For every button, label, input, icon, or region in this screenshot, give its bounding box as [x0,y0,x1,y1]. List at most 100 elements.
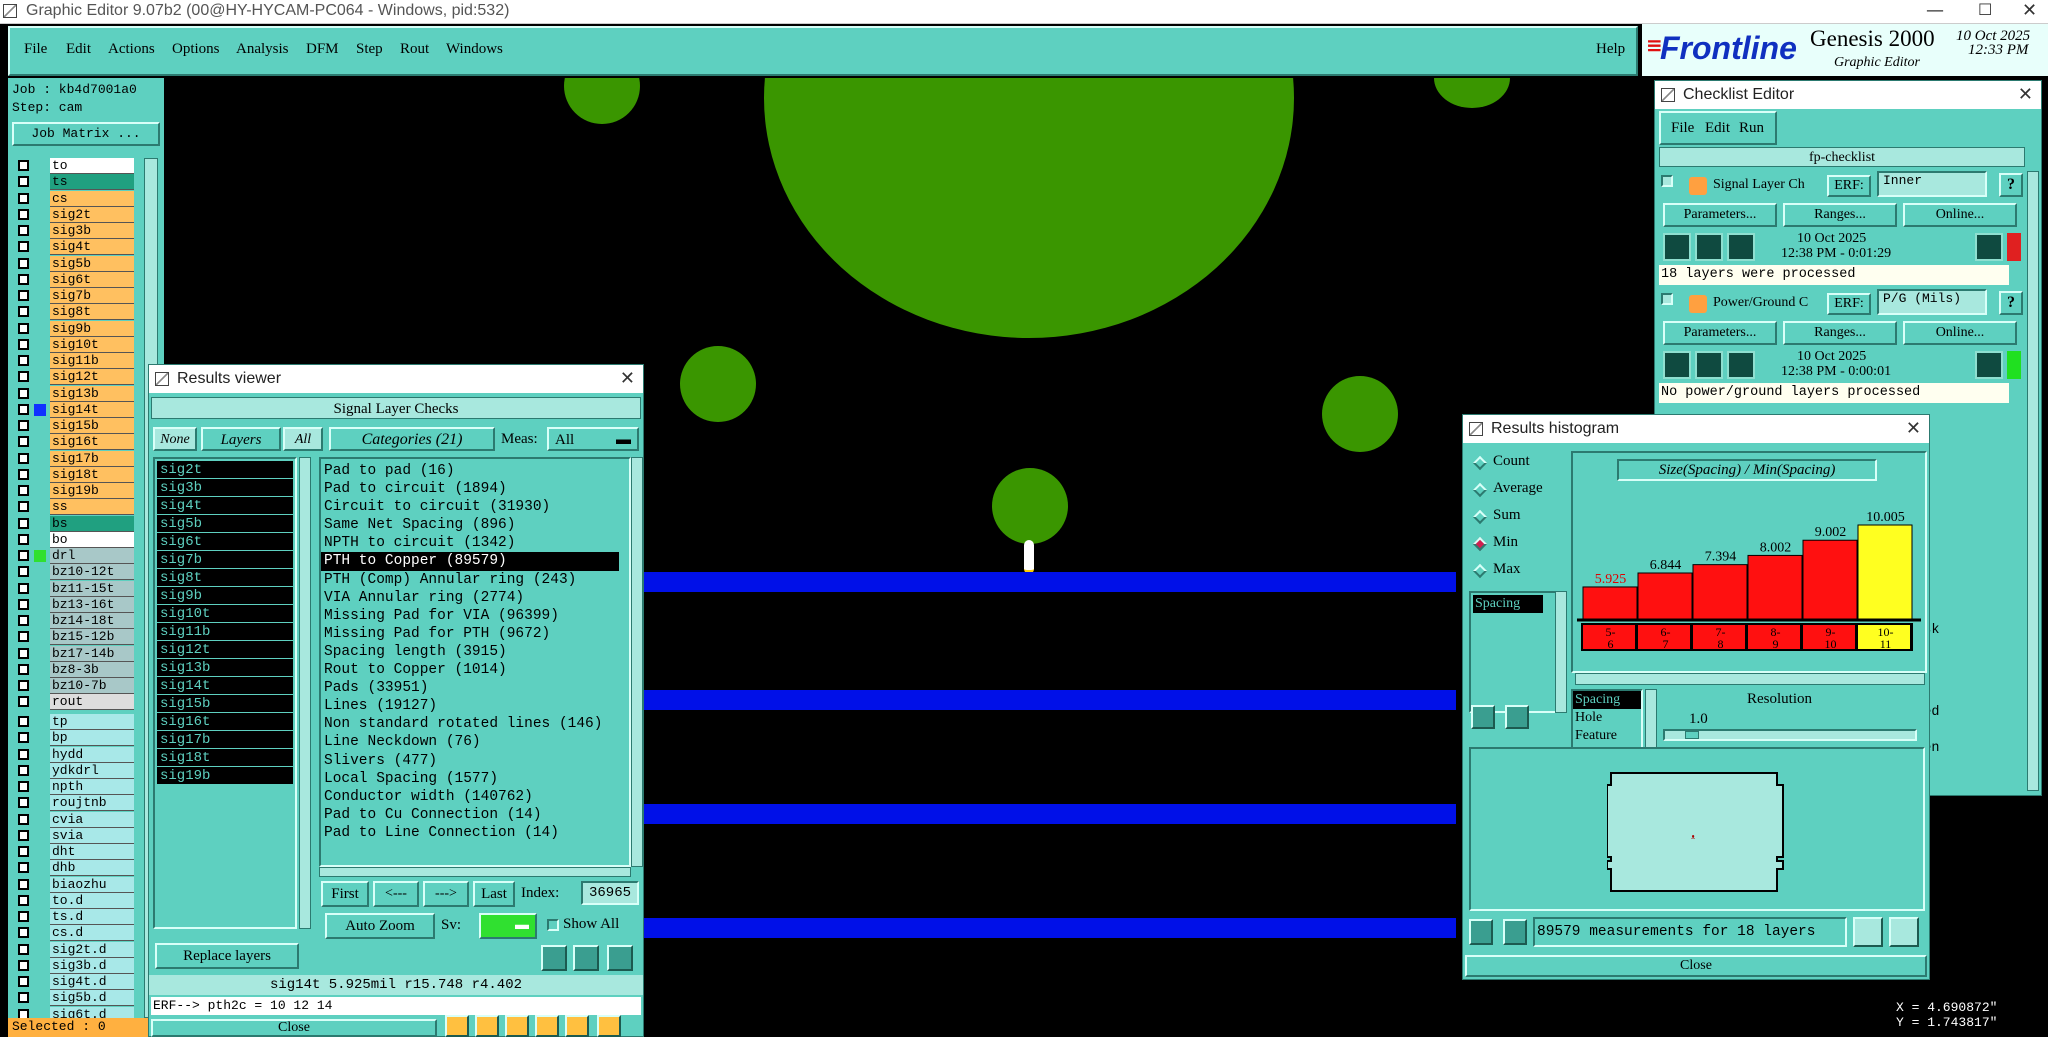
layer-checkbox[interactable] [18,911,29,922]
category-item[interactable]: Rout to Copper (1014) [321,661,629,679]
category-item[interactable]: Missing Pad for VIA (96399) [321,607,629,625]
layer-checkbox[interactable] [18,290,29,301]
layer-row[interactable]: bo [14,531,134,548]
category-item[interactable]: Pad to Line Connection (14) [321,824,629,842]
layer-name[interactable]: cvia [50,811,134,828]
layer-checkbox[interactable] [18,716,29,727]
layer-name[interactable]: to.d [50,892,134,909]
layer-name[interactable]: sig17b [50,450,134,467]
layer-checkbox[interactable] [18,160,29,171]
layer-name[interactable]: ts [50,174,134,191]
layer-active-swatch[interactable] [34,517,46,530]
layer-name[interactable]: npth [50,779,134,795]
layer-checkbox[interactable] [18,208,29,220]
layer-row[interactable]: sig4t [14,239,134,256]
layer-name[interactable]: bo [50,531,134,548]
category-item[interactable]: Pads (33951) [321,679,629,697]
layer-active-swatch[interactable] [34,257,46,270]
layer-row[interactable]: svia [14,827,134,844]
category-item[interactable]: Pad to pad (16) [321,462,629,480]
layer-checkbox[interactable] [18,468,29,480]
layer-name[interactable]: bz11-15t [50,580,134,597]
help-icon[interactable]: ? [1999,291,2023,315]
layer-name[interactable]: drl [50,548,134,564]
category-list[interactable]: Pad to pad (16) Pad to circuit (1894) Circ… [319,457,631,867]
layer-name[interactable]: tp [50,714,134,730]
sv-color-dropdown[interactable]: ▬ [479,913,537,939]
layer-row[interactable]: drl [14,548,134,564]
category-item[interactable]: PTH (Comp) Annular ring (243) [321,571,629,589]
radio-icon[interactable] [1472,563,1488,579]
undo-icon[interactable] [607,945,633,971]
menu-analysis[interactable]: Analysis [236,41,289,58]
aggregate-option-max[interactable]: Max [1471,559,1565,583]
layer-row[interactable]: bz14-18t [14,613,134,629]
layer-active-swatch[interactable] [34,781,46,793]
resolution-slider[interactable] [1663,729,1917,741]
menu-file[interactable]: File [24,41,47,58]
category-item[interactable]: Same Net Spacing (896) [321,516,629,534]
result-layer-item[interactable]: sig12t [157,641,293,659]
radio-icon[interactable] [1472,455,1488,471]
online-button[interactable]: Online... [1903,321,2017,345]
layer-active-swatch[interactable] [34,647,46,660]
layer-row[interactable]: sig3b.d [14,957,134,974]
layer-checkbox[interactable] [18,862,29,874]
layer-name[interactable]: bz8-3b [50,661,134,678]
layer-active-swatch[interactable] [34,797,46,810]
result-layer-item[interactable]: sig7b [157,551,293,569]
layer-row[interactable]: biaozhu [14,876,134,893]
category-item[interactable]: Line Neckdown (76) [321,733,629,751]
layer-active-swatch[interactable] [34,911,46,923]
layer-active-swatch[interactable] [34,732,46,745]
layer-row[interactable]: bz11-15t [14,580,134,597]
layer-row[interactable]: rout [14,694,134,711]
layer-checkbox[interactable] [18,225,29,236]
category-item[interactable]: Non standard rotated lines (146) [321,715,629,733]
layer-checkbox[interactable] [18,501,29,513]
aggregate-option-min[interactable]: Min [1471,532,1565,556]
category-item[interactable]: Circuit to circuit (31930) [321,498,629,516]
layer-checkbox[interactable] [18,517,29,529]
menu-rout[interactable]: Rout [400,41,429,58]
zoom-result-icon[interactable] [1975,351,2003,379]
layer-checkbox[interactable] [18,485,29,496]
tool-icon[interactable] [597,1015,621,1037]
check-name[interactable]: Signal Layer Ch [1713,177,1805,193]
layer-checkbox[interactable] [18,846,29,857]
layer-active-swatch[interactable] [34,878,46,891]
result-layer-item[interactable]: sig14t [157,677,293,695]
job-matrix-button[interactable]: Job Matrix ... [12,122,160,146]
layer-checkbox[interactable] [18,533,29,545]
last-button[interactable]: Last [473,881,515,907]
online-button[interactable]: Online... [1903,203,2017,227]
check-enabled-checkbox[interactable] [1661,293,1673,305]
result-layer-item[interactable]: sig2t [157,461,293,479]
layer-active-swatch[interactable] [34,550,46,562]
layer-active-swatch[interactable] [34,976,46,988]
layer-active-swatch[interactable] [34,176,46,189]
layer-active-swatch[interactable] [34,355,46,367]
layer-name[interactable]: dht [50,844,134,860]
result-layer-item[interactable]: sig19b [157,767,293,785]
layer-row[interactable]: sig9b [14,320,134,337]
histogram-tool-icon[interactable] [1889,917,1919,947]
layer-row[interactable]: sig2t.d [14,941,134,958]
layer-row[interactable]: sig14t [14,401,134,418]
ref-icon[interactable] [573,945,599,971]
show-all-checkbox[interactable] [547,919,559,931]
checklist-menu-file[interactable]: File [1671,120,1694,137]
all-button[interactable]: All [283,427,323,451]
result-layer-item[interactable]: sig8t [157,569,293,587]
layer-name[interactable]: cs.d [50,925,134,942]
radio-icon[interactable] [1472,536,1488,552]
layer-checkbox[interactable] [18,257,29,269]
layer-name[interactable]: bp [50,730,134,747]
result-layer-item[interactable]: sig16t [157,713,293,731]
attr-item[interactable]: Feature [1573,727,1641,745]
tool-icon[interactable] [565,1015,589,1037]
ranges-button[interactable]: Ranges... [1783,203,1897,227]
layer-checkbox[interactable] [18,306,29,318]
layer-name[interactable]: to [50,158,134,174]
layer-active-swatch[interactable] [34,533,46,546]
